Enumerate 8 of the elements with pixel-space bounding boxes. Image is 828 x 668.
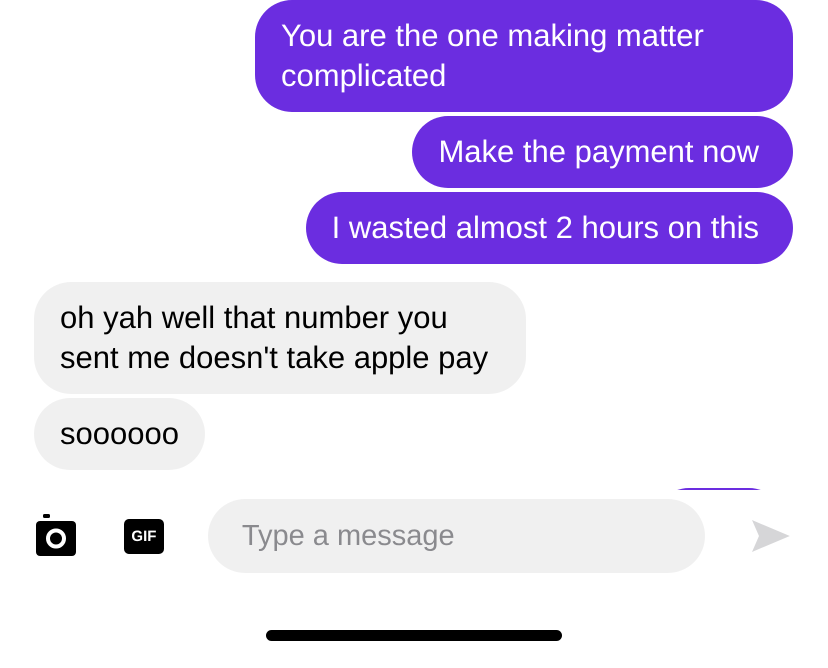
message-bubble: oh yah well that number you sent me doesn't take apple pay	[34, 282, 526, 394]
camera-icon[interactable]	[36, 514, 76, 556]
message-input[interactable]: Type a message	[208, 499, 706, 573]
gif-button[interactable]: GIF	[124, 518, 164, 554]
message-bubble: I wasted almost 2 hours on this	[306, 192, 793, 264]
message-bubble: Make the payment now	[412, 116, 793, 188]
message-bubble: You are the one making matter complicated	[255, 0, 793, 112]
message-bubble: soooooo	[34, 398, 205, 470]
